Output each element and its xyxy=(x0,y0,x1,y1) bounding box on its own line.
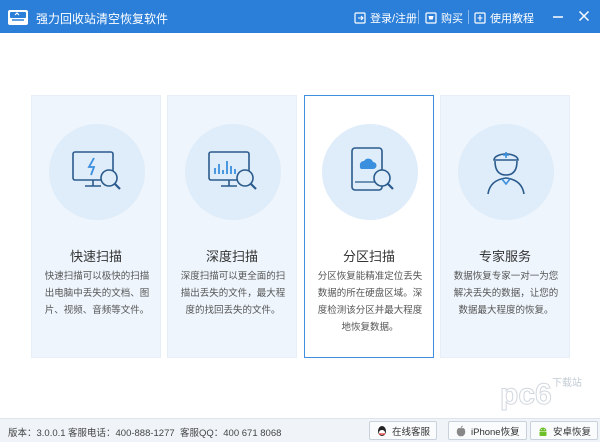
iphone-recover-button[interactable]: iPhone恢复 xyxy=(448,421,527,440)
buy-label: 购买 xyxy=(441,13,463,25)
close-button[interactable] xyxy=(576,8,592,24)
card-icon-circle xyxy=(185,124,281,220)
card-title: 分区扫描 xyxy=(342,249,395,264)
online-service-label: 在线客服 xyxy=(392,426,431,438)
login-register-label: 登录/注册 xyxy=(370,13,418,25)
drive-scan-icon xyxy=(351,147,394,191)
qq-icon xyxy=(378,425,386,436)
card-icon-circle xyxy=(322,124,418,220)
android-icon xyxy=(539,427,547,436)
card-description: 数据恢复专家一对一为您解决丢失的数据，让您的数据最大程度的恢复。 xyxy=(453,271,559,316)
card-icon-circle xyxy=(458,124,554,220)
card-icon-circle xyxy=(49,124,145,220)
tutorial-link[interactable]: 使用教程 xyxy=(474,10,534,26)
login-icon xyxy=(354,12,366,24)
card-title: 快速扫描 xyxy=(69,249,122,264)
android-recover-button[interactable]: 安卓恢复 xyxy=(530,421,599,440)
partition-scan-card[interactable]: 分区扫描 分区恢复能精准定位丢失数据的所在硬盘区域。深度检测该分区并最大程度地恢… xyxy=(304,95,434,358)
tutorial-label: 使用教程 xyxy=(490,13,534,25)
quick-scan-card[interactable]: 快速扫描 快速扫描可以极快的扫描出电脑中丢失的文档、图片、视频、音频等文件。 xyxy=(31,95,161,358)
version-text: 版本：3.0.0.1 xyxy=(8,428,66,439)
minimize-button[interactable] xyxy=(550,8,566,24)
title-bar: 强力回收站清空恢复软件 登录/注册 购买 使用教程 xyxy=(0,0,600,33)
login-register-link[interactable]: 登录/注册 xyxy=(354,10,417,26)
apple-icon xyxy=(456,425,466,436)
divider xyxy=(468,10,469,24)
expert-service-card[interactable]: 专家服务 数据恢复专家一对一为您解决丢失的数据，让您的数据最大程度的恢复。 xyxy=(440,95,570,358)
chart-scan-icon xyxy=(208,151,257,190)
cart-icon xyxy=(425,12,437,24)
app-title: 强力回收站清空恢复软件 xyxy=(36,12,169,26)
online-service-button[interactable]: 在线客服 xyxy=(369,421,438,440)
main-content: 快速扫描 快速扫描可以极快的扫描出电脑中丢失的文档、图片、视频、音频等文件。 深… xyxy=(0,33,600,418)
app-logo-icon xyxy=(6,5,30,29)
monitor-scan-icon xyxy=(72,151,121,190)
card-description: 快速扫描可以极快的扫描出电脑中丢失的文档、图片、视频、音频等文件。 xyxy=(44,271,150,316)
deep-scan-card[interactable]: 深度扫描 深度扫描可以更全面的扫描出丢失的文件，最大程度的找回丢失的文件。 xyxy=(167,95,297,358)
support-phone: 客服电话：400-888-1277 xyxy=(68,428,175,439)
buy-link[interactable]: 购买 xyxy=(425,10,463,26)
status-bar: 版本：3.0.0.1 客服电话：400-888-1277 客服QQ：400 67… xyxy=(0,418,600,442)
minimize-icon xyxy=(553,16,563,18)
help-icon xyxy=(474,12,486,24)
close-icon xyxy=(578,10,590,22)
divider xyxy=(418,10,419,24)
card-description: 分区恢复能精准定位丢失数据的所在硬盘区域。深度检测该分区并最大程度地恢复数据。 xyxy=(317,271,423,333)
support-qq: 客服QQ：400 671 8068 xyxy=(180,428,282,439)
card-title: 专家服务 xyxy=(478,249,531,264)
card-title: 深度扫描 xyxy=(205,249,258,264)
expert-icon xyxy=(487,152,525,195)
iphone-recover-label: iPhone恢复 xyxy=(471,426,520,438)
android-recover-label: 安卓恢复 xyxy=(553,426,592,438)
card-description: 深度扫描可以更全面的扫描出丢失的文件，最大程度的找回丢失的文件。 xyxy=(180,271,286,316)
